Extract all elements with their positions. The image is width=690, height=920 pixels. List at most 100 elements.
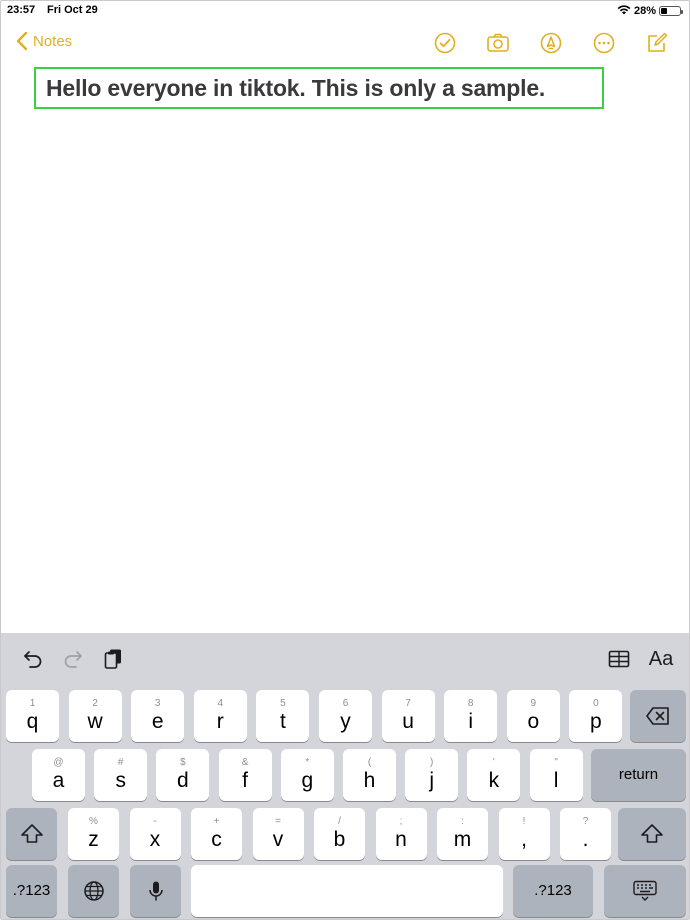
key-row3-6[interactable]: :m (437, 808, 488, 860)
table-button[interactable] (604, 645, 634, 673)
key-primary-label: a (52, 769, 65, 792)
key-row1-8[interactable]: 9o (506, 690, 560, 742)
key-secondary-label: % (89, 816, 98, 827)
shift-key-right[interactable] (618, 808, 686, 860)
key-primary-label: h (363, 769, 376, 792)
status-right: 28% (617, 4, 683, 18)
keyboard: Aa 1q2w3e4r5t6y7u8i9o0p @ a # s $ d & f * g(h) j ' k… (1, 633, 689, 919)
back-button[interactable]: Notes (15, 31, 72, 51)
shift-key-left[interactable] (6, 808, 57, 860)
key-row3-8[interactable]: ?. (560, 808, 611, 860)
key-row1-9[interactable]: 0p (569, 690, 623, 742)
key-secondary-label: $ (180, 757, 186, 768)
dismiss-keyboard-key[interactable] (604, 865, 686, 917)
key-row2-6[interactable]: ) j (405, 749, 459, 801)
key-secondary-label: & (241, 757, 249, 768)
key-row2-4[interactable]: * g (280, 749, 334, 801)
key-secondary-label: 4 (217, 698, 224, 709)
key-secondary-label: 6 (342, 698, 349, 709)
key-row1-0[interactable]: 1q (6, 690, 59, 742)
key-row2-1[interactable]: # s (94, 749, 148, 801)
key-primary-label: l (553, 769, 559, 792)
camera-button[interactable] (484, 29, 512, 57)
key-secondary-label: 1 (29, 698, 36, 709)
key-primary-label: , (521, 828, 527, 851)
key-row2-7[interactable]: ' k (467, 749, 521, 801)
key-row3-0[interactable]: % z (68, 808, 119, 860)
key-row1-2[interactable]: 3e (131, 690, 185, 742)
key-secondary-label: @ (53, 757, 64, 768)
key-secondary-label: 9 (530, 698, 537, 709)
key-row2-2[interactable]: $ d (156, 749, 210, 801)
numbers-label: .?123 (534, 882, 572, 899)
return-label: return (618, 766, 659, 783)
key-secondary-label: ) (430, 757, 434, 768)
key-row3-5[interactable]: ; n (375, 808, 427, 860)
key-secondary-label: 0 (593, 698, 599, 709)
numbers-key-left[interactable]: .?123 (6, 865, 57, 917)
key-row1-7[interactable]: 8i (444, 690, 498, 742)
key-row2-8[interactable]: " l (529, 749, 583, 801)
notes-screen: 23:57 Fri Oct 29 28% Notes Hello everyon… (0, 0, 690, 920)
note-text-area[interactable]: Hello everyone in tiktok. This is only a… (34, 67, 604, 109)
more-button[interactable] (590, 29, 618, 57)
key-secondary-label: 3 (154, 698, 161, 709)
undo-button[interactable] (19, 645, 47, 673)
chevron-left-icon (16, 31, 28, 51)
markup-button[interactable] (537, 29, 565, 57)
keyboard-toolbar: Aa (1, 633, 689, 685)
key-primary-label: o (527, 710, 540, 733)
space-key[interactable] (191, 865, 503, 917)
key-row1-3[interactable]: 4r (193, 690, 247, 742)
key-secondary-label: : (461, 816, 464, 827)
compose-button[interactable] (643, 29, 671, 57)
key-secondary-label: = (275, 816, 281, 827)
key-row3-3[interactable]: = v (252, 808, 304, 860)
redo-button[interactable] (59, 645, 87, 673)
dictation-key[interactable] (130, 865, 181, 917)
key-row3-1[interactable]: -x (129, 808, 181, 860)
key-primary-label: i (468, 710, 474, 733)
key-primary-label: x (149, 828, 161, 851)
key-secondary-label: * (305, 757, 310, 768)
paste-button[interactable] (99, 645, 127, 673)
clipboard-icon (104, 649, 121, 669)
format-button[interactable]: Aa (645, 645, 677, 673)
key-row3-2[interactable]: + c (191, 808, 242, 860)
key-secondary-label: ( (367, 757, 372, 768)
delete-backward-icon (646, 707, 669, 725)
redo-icon (64, 651, 82, 668)
checklist-button[interactable] (431, 29, 459, 57)
key-primary-label: c (211, 828, 222, 851)
key-primary-label: t (279, 710, 286, 733)
key-row2-5[interactable]: (h (343, 749, 396, 801)
note-title-text[interactable]: Hello everyone in tiktok. This is only a… (46, 75, 545, 102)
wifi-icon (617, 4, 631, 18)
key-secondary-label: " (554, 757, 558, 768)
key-row3-7[interactable]: !, (498, 808, 550, 860)
keyboard-dismiss-icon (633, 880, 657, 901)
key-row1-6[interactable]: 7u (381, 690, 435, 742)
key-secondary-label: ? (582, 816, 589, 827)
globe-key[interactable] (68, 865, 119, 917)
key-primary-label: p (590, 710, 602, 733)
key-primary-label: z (88, 828, 99, 851)
key-row1-1[interactable]: 2w (68, 690, 122, 742)
table-icon (608, 650, 630, 668)
numbers-key-right[interactable]: .?123 (513, 865, 593, 917)
key-row1-5[interactable]: 6y (319, 690, 372, 742)
key-row3-4[interactable]: / b (314, 808, 365, 860)
return-key[interactable]: return (591, 749, 686, 801)
status-bar: 23:57 Fri Oct 29 28% (1, 1, 689, 19)
undo-icon (24, 651, 42, 668)
key-primary-label: s (115, 769, 126, 792)
key-row1-4[interactable]: 5t (256, 690, 310, 742)
delete-key[interactable] (630, 690, 686, 742)
key-row2-3[interactable]: & f (218, 749, 272, 801)
key-secondary-label: - (153, 816, 157, 827)
camera-icon (487, 33, 509, 52)
shift-icon (20, 824, 43, 843)
battery-percent: 28% (633, 5, 656, 17)
key-primary-label: k (488, 769, 500, 792)
key-row2-0[interactable]: @ a (32, 749, 85, 801)
